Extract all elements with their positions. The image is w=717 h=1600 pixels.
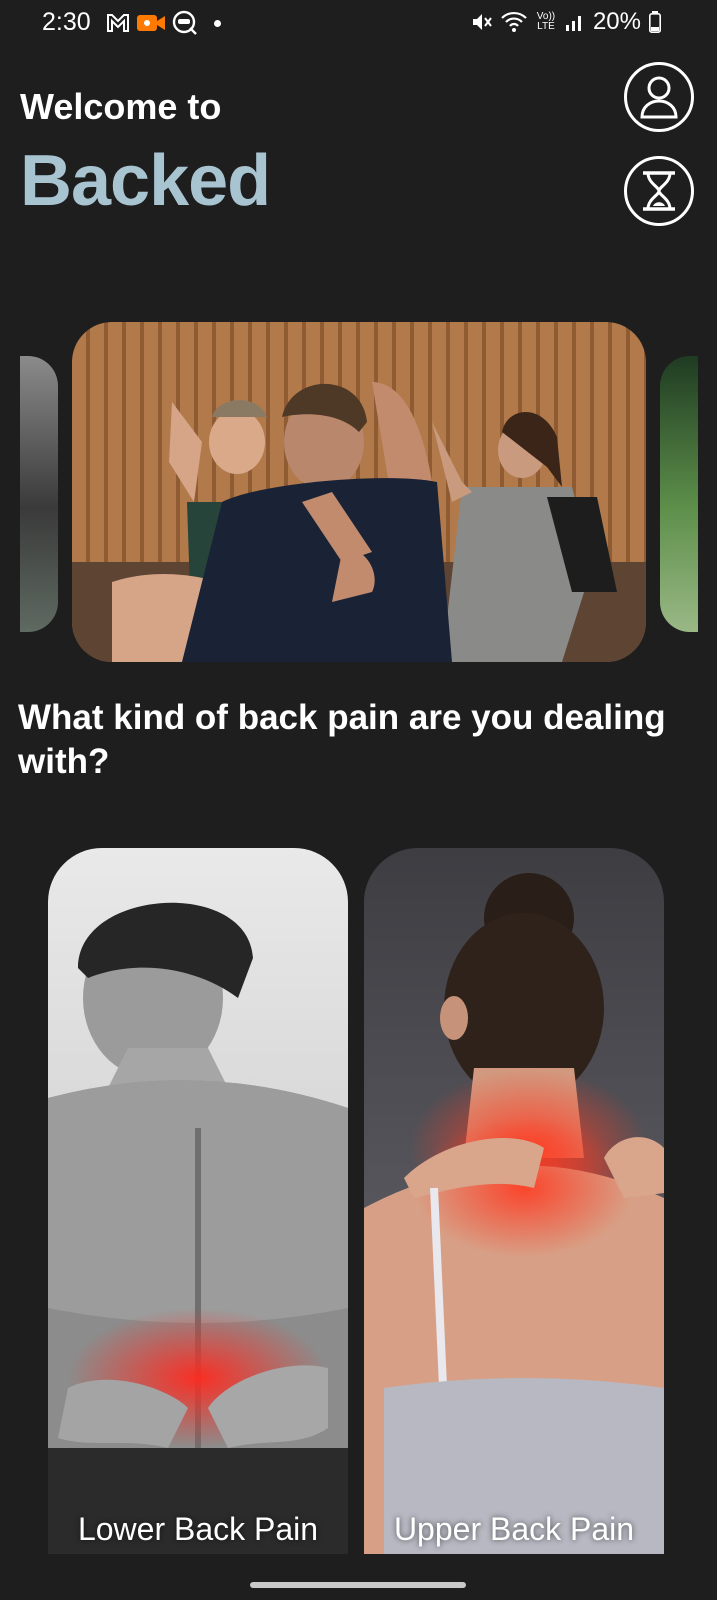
upper-back-pain-label: Upper Back Pain (393, 1511, 635, 1547)
welcome-text: Welcome to (20, 86, 222, 127)
hourglass-icon (643, 171, 675, 211)
upper-back-pain-card[interactable]: Upper Back Pain (364, 848, 664, 1554)
signal-icon (565, 16, 581, 31)
home-indicator[interactable] (250, 1582, 466, 1588)
navigation-bar (0, 1554, 717, 1600)
chat-search-icon (172, 10, 197, 35)
upper-back-pain-image (364, 873, 664, 1554)
history-button[interactable] (624, 156, 694, 226)
more-notifications-icon (214, 19, 221, 27)
wifi-icon (501, 11, 527, 32)
lower-back-pain-label: Lower Back Pain (77, 1511, 319, 1547)
carousel-current-slide[interactable] (72, 322, 646, 662)
carousel-prev-slide[interactable] (20, 356, 58, 632)
status-bar: 2:30 Vo)) LTE 20% (0, 0, 717, 44)
notification-icons (106, 10, 221, 36)
gmail-icon (107, 14, 129, 32)
status-time: 2:30 (42, 8, 91, 36)
battery-percent: 20% (592, 8, 641, 35)
app-title: Backed (20, 141, 271, 221)
lower-back-pain-image (48, 902, 348, 1554)
battery-icon (649, 11, 661, 33)
hero-stretching-people-image (112, 382, 617, 662)
video-call-icon (137, 15, 165, 31)
system-icons: Vo)) LTE 20% (471, 8, 661, 36)
user-icon (640, 76, 678, 119)
mute-icon (472, 14, 492, 30)
carousel-next-slide[interactable] (660, 356, 698, 632)
section-question: What kind of back pain are you dealing w… (18, 698, 666, 781)
lower-back-pain-card[interactable]: Lower Back Pain (48, 848, 348, 1554)
volte-label: Vo)) LTE (536, 11, 556, 32)
profile-button[interactable] (624, 62, 694, 132)
